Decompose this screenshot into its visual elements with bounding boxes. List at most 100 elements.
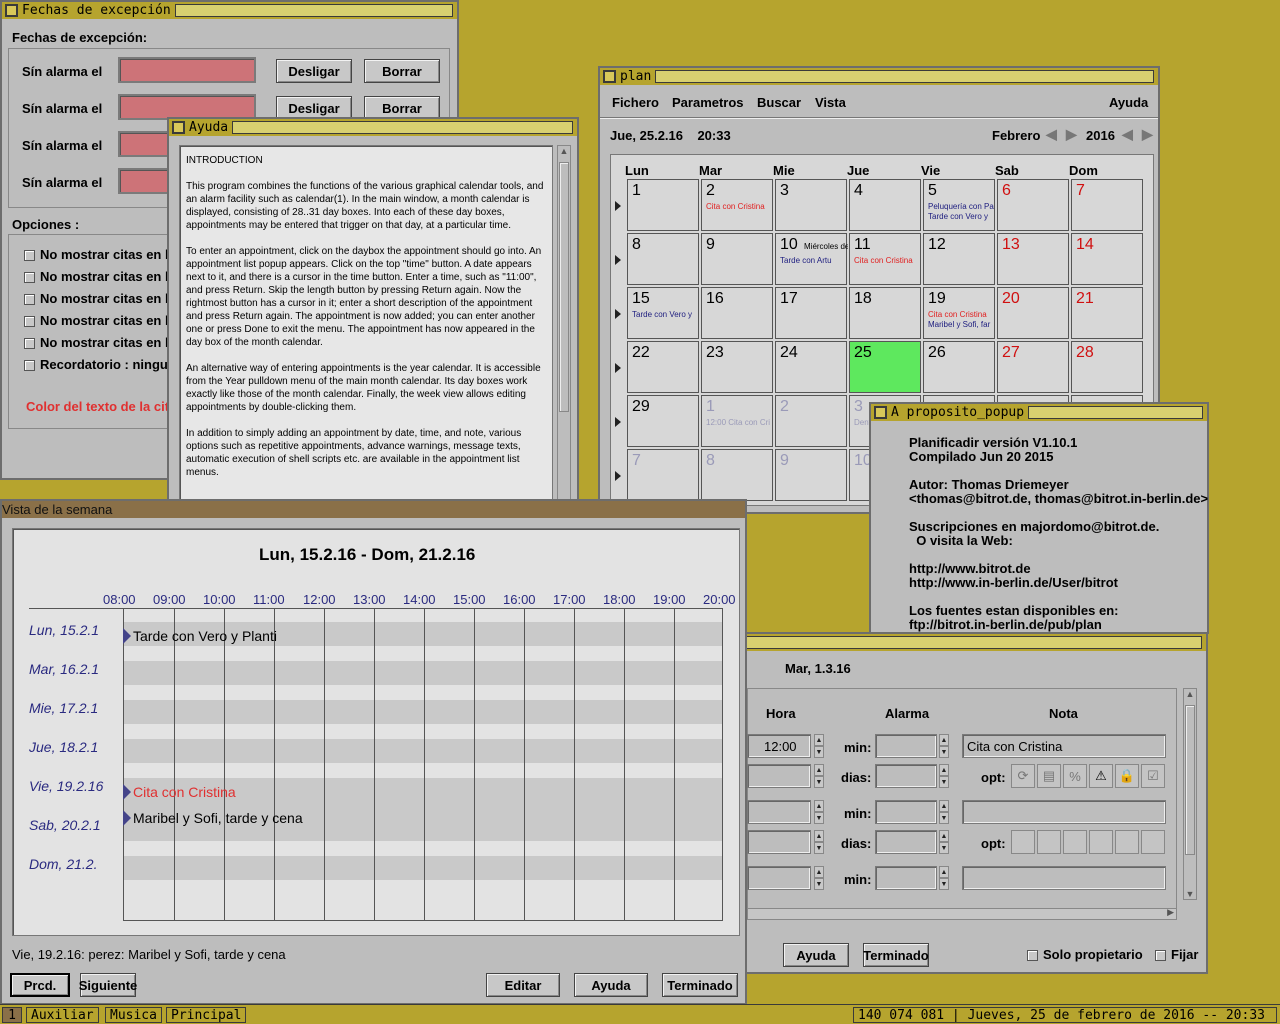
- title-bar[interactable]: plan: [600, 68, 1158, 85]
- week-row-arrow-icon[interactable]: [615, 363, 621, 373]
- about-ftp[interactable]: ftp://bitrot.in-berlin.de/pub/plan: [909, 617, 1102, 632]
- week-event[interactable]: Tarde con Vero y Planti: [133, 628, 277, 644]
- title-bar[interactable]: Fechas de excepción: [2, 2, 457, 19]
- warning-icon[interactable]: ⚠: [1089, 764, 1113, 788]
- length-input[interactable]: [747, 764, 811, 788]
- day-box[interactable]: 10 Miércoles de Tarde con Artu: [775, 233, 848, 285]
- day-box[interactable]: 2: [775, 395, 847, 447]
- title-bar[interactable]: A proposito_popup: [871, 404, 1207, 421]
- day-box[interactable]: 4: [849, 179, 921, 231]
- alarm-days-spinner[interactable]: ▲ ▼: [939, 830, 949, 854]
- option-icon[interactable]: [1141, 830, 1165, 854]
- note-input[interactable]: [962, 866, 1166, 890]
- time-input[interactable]: 12:00: [747, 734, 811, 758]
- next-month-icon[interactable]: ▶: [1066, 126, 1077, 143]
- option-checkbox[interactable]: No mostrar citas en la: [24, 313, 176, 328]
- alarm-min-input[interactable]: [875, 866, 937, 890]
- alarm-days-spinner[interactable]: ▲ ▼: [939, 764, 949, 788]
- prev-year-icon[interactable]: ◀: [1122, 126, 1133, 143]
- day-box[interactable]: 24: [775, 341, 847, 393]
- day-box[interactable]: 11 Cita con Cristina: [849, 233, 921, 285]
- help-scrollbar[interactable]: ▲: [557, 145, 571, 503]
- time-input[interactable]: [747, 800, 811, 824]
- note-input[interactable]: Cita con Cristina: [962, 734, 1166, 758]
- length-spinner[interactable]: ▲ ▼: [814, 764, 824, 788]
- week-row-arrow-icon[interactable]: [615, 471, 621, 481]
- title-bar[interactable]: Vista de la semana: [2, 501, 745, 518]
- day-box[interactable]: 21: [1071, 287, 1143, 339]
- prev-month-icon[interactable]: ◀: [1046, 126, 1057, 143]
- day-box[interactable]: 26: [923, 341, 995, 393]
- day-box[interactable]: 23: [701, 341, 773, 393]
- option-icon[interactable]: [1089, 830, 1113, 854]
- window-menu-icon[interactable]: [874, 406, 887, 419]
- unlink-button[interactable]: Desligar: [276, 59, 352, 83]
- window-menu-icon[interactable]: [172, 121, 185, 134]
- menu-parametros[interactable]: Parametros: [672, 95, 744, 110]
- day-box[interactable]: 29: [627, 395, 699, 447]
- menu-vista[interactable]: Vista: [815, 95, 846, 110]
- day-box[interactable]: 14: [1071, 233, 1143, 285]
- day-box[interactable]: 6: [997, 179, 1069, 231]
- window-menu-icon[interactable]: [603, 70, 616, 83]
- day-box[interactable]: 16: [701, 287, 773, 339]
- option-checkbox[interactable]: No mostrar citas en la: [24, 269, 176, 284]
- day-box[interactable]: 20: [997, 287, 1069, 339]
- week-row-arrow-icon[interactable]: [615, 255, 621, 265]
- day-box[interactable]: 22: [627, 341, 699, 393]
- next-week-button[interactable]: Siguiente: [79, 973, 137, 997]
- scroll-up-icon[interactable]: ▲: [558, 146, 570, 156]
- taskbar-item-musica[interactable]: Musica: [105, 1007, 162, 1023]
- option-checkbox[interactable]: No mostrar citas en la: [24, 291, 176, 306]
- day-box[interactable]: 25: [849, 341, 921, 393]
- lock-icon[interactable]: 🔒: [1115, 764, 1139, 788]
- option-icon[interactable]: [1063, 830, 1087, 854]
- done-button[interactable]: Terminado: [863, 943, 929, 967]
- desktop-switch[interactable]: 1: [2, 1007, 22, 1023]
- week-row-arrow-icon[interactable]: [615, 417, 621, 427]
- percent-icon[interactable]: %: [1063, 764, 1087, 788]
- title-bar[interactable]: Ayuda: [169, 119, 577, 136]
- length-input[interactable]: [747, 830, 811, 854]
- help-button[interactable]: Ayuda: [574, 973, 648, 997]
- alarm-min-input[interactable]: [875, 734, 937, 758]
- taskbar-item-principal[interactable]: Principal: [166, 1007, 247, 1023]
- week-event[interactable]: Cita con Cristina: [133, 784, 236, 800]
- alarm-days-input[interactable]: [875, 764, 937, 788]
- option-checkbox[interactable]: No mostrar citas en la: [24, 335, 176, 350]
- day-box[interactable]: 27: [997, 341, 1069, 393]
- about-url[interactable]: http://www.bitrot.de: [909, 561, 1031, 576]
- alarm-days-input[interactable]: [875, 830, 937, 854]
- option-icon[interactable]: [1037, 830, 1061, 854]
- alarm-min-input[interactable]: [875, 800, 937, 824]
- day-box[interactable]: 1 12:00 Cita con Cri: [701, 395, 773, 447]
- owner-only-checkbox[interactable]: Solo propietario: [1027, 947, 1143, 962]
- repeat-icon[interactable]: ⟳: [1011, 764, 1035, 788]
- week-canvas[interactable]: Lun, 15.2.16 - Dom, 21.2.16 08:00 09:00 10…: [12, 528, 740, 936]
- day-box[interactable]: 28: [1071, 341, 1143, 393]
- pin-checkbox[interactable]: Fijar: [1155, 947, 1198, 962]
- taskbar-item-auxiliar[interactable]: Auxiliar: [26, 1007, 99, 1023]
- day-box[interactable]: 15 Tarde con Vero y: [627, 287, 699, 339]
- day-box[interactable]: 18: [849, 287, 921, 339]
- week-grid[interactable]: [123, 608, 723, 921]
- list-vscrollbar[interactable]: ▲ ▼: [1183, 688, 1197, 900]
- day-box[interactable]: 8: [627, 233, 699, 285]
- help-text[interactable]: INTRODUCTION This program combines the f…: [179, 145, 553, 503]
- message-icon[interactable]: ▤: [1037, 764, 1061, 788]
- time-input[interactable]: [747, 866, 811, 890]
- time-spinner[interactable]: ▲ ▼: [814, 734, 824, 758]
- prev-week-button[interactable]: Prcd.: [10, 973, 70, 997]
- done-button[interactable]: Terminado: [662, 973, 738, 997]
- day-box[interactable]: 12: [923, 233, 995, 285]
- menu-ayuda[interactable]: Ayuda: [1109, 95, 1148, 110]
- day-box[interactable]: 17: [775, 287, 847, 339]
- reminder-checkbox[interactable]: Recordatorio : ninguna: [24, 357, 183, 372]
- time-spinner[interactable]: ▲ ▼: [814, 866, 824, 890]
- day-box[interactable]: 7: [1071, 179, 1143, 231]
- menu-buscar[interactable]: Buscar: [757, 95, 801, 110]
- about-url[interactable]: http://www.in-berlin.de/User/bitrot: [909, 575, 1118, 590]
- window-menu-icon[interactable]: [5, 4, 18, 17]
- day-box[interactable]: 9: [775, 449, 847, 501]
- alarm-min-spinner[interactable]: ▲ ▼: [939, 800, 949, 824]
